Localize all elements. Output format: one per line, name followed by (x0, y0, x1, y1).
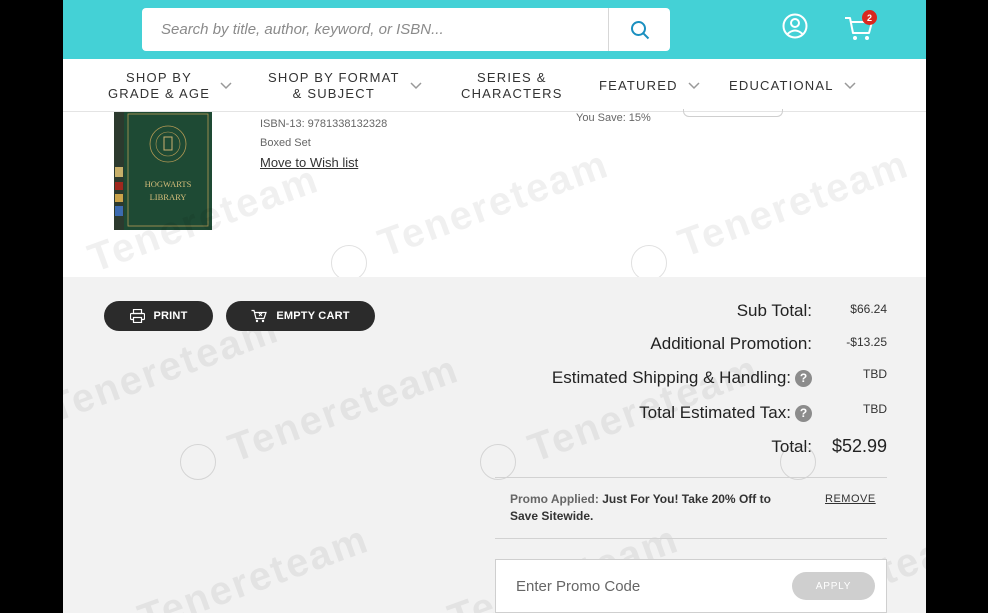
product-isbn: ISBN-13: 9781338132328 (260, 118, 388, 130)
nav-item-educational[interactable]: EDUCATIONAL (729, 59, 856, 112)
svg-text:LIBRARY: LIBRARY (150, 192, 187, 202)
search-button[interactable] (608, 8, 670, 51)
print-button-label: PRINT (153, 310, 188, 322)
empty-cart-button[interactable]: EMPTY CART (226, 301, 375, 331)
tax-value: TBD (863, 402, 887, 416)
page-frame: 2 SHOP BY GRADE & AGE SHOP BY FORMAT & S… (63, 0, 926, 613)
cart-count-badge: 2 (862, 10, 877, 25)
nav-label: FEATURED (599, 78, 678, 94)
quantity-stepper[interactable] (683, 109, 783, 117)
nav-label: SHOP BY FORMAT & SUBJECT (268, 70, 400, 102)
cart-summary: Tenereteam Tenereteam Tenereteam Teneret… (63, 277, 926, 613)
empty-cart-button-label: EMPTY CART (276, 310, 350, 322)
nav-item-series-characters[interactable]: SERIES & CHARACTERS (461, 59, 563, 112)
printer-icon (129, 309, 145, 323)
nav-label-line1: SHOP BY FORMAT (268, 69, 400, 85)
nav-item-shop-by-format[interactable]: SHOP BY FORMAT & SUBJECT (268, 59, 422, 112)
nav-item-featured[interactable]: FEATURED (599, 59, 700, 112)
watermark-logo (180, 444, 216, 480)
remove-promo-link[interactable]: REMOVE (825, 493, 876, 505)
tax-label: Total Estimated Tax: (639, 403, 791, 422)
chevron-down-icon (844, 81, 856, 89)
apply-promo-button[interactable]: APPLY (792, 572, 875, 600)
nav-label: SERIES & CHARACTERS (461, 70, 563, 102)
nav-label: SHOP BY GRADE & AGE (108, 70, 210, 102)
promo-applied-text: Promo Applied: Just For You! Take 20% Of… (510, 491, 780, 525)
nav-label-line2: GRADE & AGE (108, 85, 211, 101)
nav-label-line1: SHOP BY (126, 69, 193, 85)
chevron-down-icon (688, 81, 700, 89)
empty-cart-icon (251, 309, 268, 323)
product-format: Boxed Set (260, 137, 311, 149)
search-input[interactable] (142, 8, 608, 51)
total-value: $52.99 (831, 436, 887, 456)
total-label: Total: (771, 437, 812, 456)
promotion-label: Additional Promotion: (650, 334, 812, 353)
cart-item: HOGWARTS LIBRARY ISBN-13: 9781338132328 … (63, 109, 926, 281)
shipping-value: TBD (863, 367, 887, 381)
divider (495, 477, 887, 478)
watermark: Tenereteam (222, 347, 465, 472)
print-button[interactable]: PRINT (104, 301, 213, 331)
search-bar (142, 8, 670, 51)
watermark-logo (480, 444, 516, 480)
nav-label-line2: & SUBJECT (292, 85, 375, 101)
watermark-logo (631, 245, 667, 281)
nav-label-line1: SERIES & (477, 69, 547, 85)
watermark: Tenereteam (132, 517, 375, 613)
watermark: Tenereteam (372, 142, 615, 267)
watermark: Tenereteam (672, 142, 915, 267)
promotion-value: -$13.25 (846, 335, 887, 349)
account-icon[interactable] (782, 13, 808, 39)
nav-label-line1: EDUCATIONAL (729, 77, 834, 93)
chevron-down-icon (220, 81, 232, 89)
svg-text:HOGWARTS: HOGWARTS (145, 179, 192, 189)
you-save-text: You Save: 15% (576, 112, 651, 124)
move-to-wishlist-link[interactable]: Move to Wish list (260, 155, 358, 170)
promo-applied-prefix: Promo Applied: (510, 492, 599, 506)
chevron-down-icon (410, 81, 422, 89)
book-cover-image[interactable]: HOGWARTS LIBRARY (114, 112, 212, 230)
help-icon[interactable]: ? (795, 405, 812, 422)
subtotal-label: Sub Total: (736, 301, 812, 320)
shipping-label: Estimated Shipping & Handling: (551, 368, 791, 387)
watermark-logo (331, 245, 367, 281)
promo-code-input[interactable] (496, 560, 786, 612)
tax-row: Total Estimated Tax:? (639, 403, 812, 423)
nav-label: EDUCATIONAL (729, 78, 834, 94)
search-icon (630, 20, 649, 39)
divider (495, 538, 887, 539)
main-nav: SHOP BY GRADE & AGE SHOP BY FORMAT & SUB… (63, 59, 926, 112)
subtotal-value: $66.24 (850, 302, 887, 316)
nav-label-line1: FEATURED (599, 77, 678, 93)
nav-item-shop-by-grade[interactable]: SHOP BY GRADE & AGE (108, 59, 232, 112)
help-icon[interactable]: ? (795, 370, 812, 387)
nav-label-line2: CHARACTERS (461, 85, 563, 101)
top-header: 2 (63, 0, 926, 59)
promo-code-box: APPLY (495, 559, 887, 613)
shipping-row: Estimated Shipping & Handling:? (552, 368, 812, 388)
